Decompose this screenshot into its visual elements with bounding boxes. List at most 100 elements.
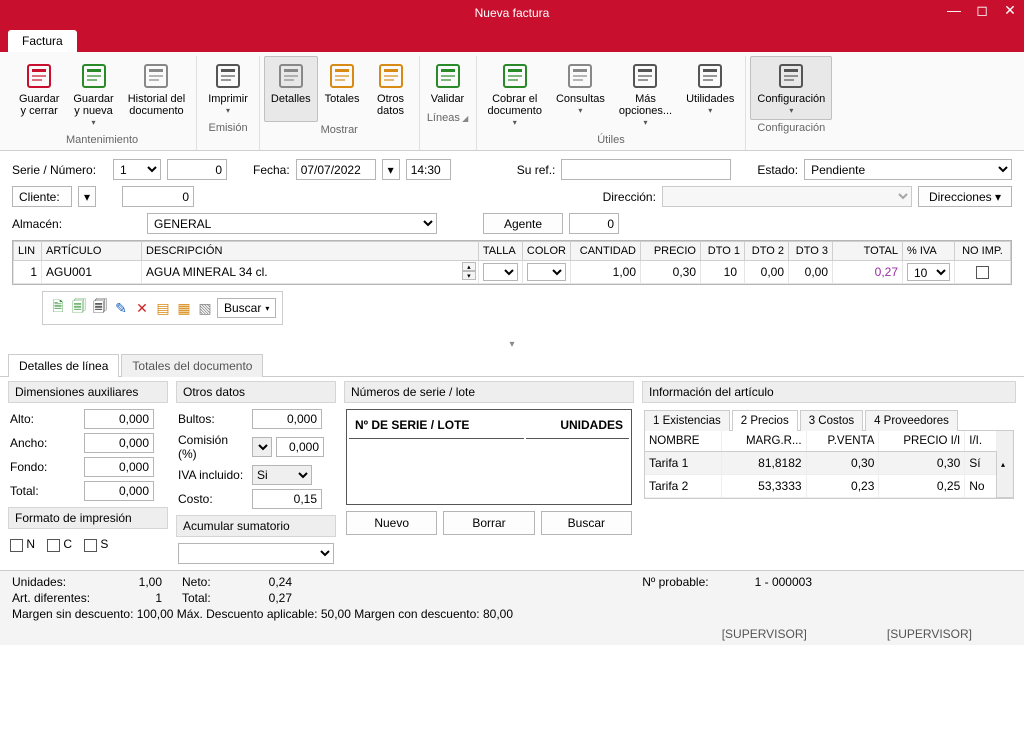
panel-serial: Números de serie / lote Nº DE SERIE / LO… xyxy=(344,381,634,566)
serial-new-button[interactable]: Nuevo xyxy=(346,511,437,535)
chevron-down-icon: ▾ xyxy=(92,118,96,127)
total-input[interactable] xyxy=(84,481,154,501)
serie-select[interactable]: 1 xyxy=(113,159,161,180)
ribbon-print[interactable]: Imprimir▾ xyxy=(201,56,255,120)
chevron-down-icon: ▾ xyxy=(789,106,793,115)
line-search-button[interactable]: Buscar▾ xyxy=(217,298,276,318)
costo-input[interactable] xyxy=(252,489,322,509)
insert-line-icon[interactable]: 🗐 xyxy=(70,299,88,317)
fecha-input[interactable] xyxy=(296,159,376,180)
agente-button[interactable]: Agente xyxy=(483,213,563,234)
splitter[interactable]: ▾ xyxy=(0,339,1024,353)
table-row[interactable]: 1AGU001AGUA MINERAL 34 cl.▴▾1,000,30100,… xyxy=(14,261,1011,284)
cliente-button[interactable]: Cliente: xyxy=(12,186,72,207)
ribbon-save-close[interactable]: Guardar y cerrar xyxy=(12,56,66,132)
direccion-select xyxy=(662,186,912,207)
suref-label: Su ref.: xyxy=(517,163,556,177)
col-d2: DTO 2 xyxy=(745,242,789,261)
config-icon xyxy=(776,61,806,91)
cliente-input[interactable] xyxy=(122,186,194,207)
iva-select[interactable]: Si xyxy=(252,465,312,485)
totals-icon xyxy=(327,61,357,91)
numero-input[interactable] xyxy=(167,159,227,180)
note-line-icon[interactable]: ▤ xyxy=(154,299,172,317)
maximize-button[interactable]: ◻ xyxy=(968,0,996,20)
validate-icon xyxy=(433,61,463,91)
panel-other-data: Otros datos Bultos: Comisión (%) IVA inc… xyxy=(176,381,336,566)
info-tab-costs[interactable]: 3 Costos xyxy=(800,410,863,431)
almacen-select[interactable]: GENERAL xyxy=(147,213,437,234)
ribbon-details[interactable]: Detalles xyxy=(264,56,318,122)
delete-line-icon[interactable]: ✕ xyxy=(133,299,151,317)
new-line-icon[interactable]: 🗎 xyxy=(49,299,67,317)
ancho-input[interactable] xyxy=(84,433,154,453)
ribbon: Guardar y cerrarGuardar y nueva▾Historia… xyxy=(0,52,1024,151)
agente-input[interactable] xyxy=(569,213,619,234)
info-tab-prices[interactable]: 2 Precios xyxy=(732,410,798,431)
direcciones-button[interactable]: Direcciones ▾ xyxy=(918,186,1012,207)
ribbon-validate[interactable]: Validar xyxy=(424,56,472,110)
chevron-down-icon: ▾ xyxy=(643,118,647,127)
comision-input[interactable] xyxy=(276,437,324,457)
lines-grid[interactable]: LIN ARTÍCULO DESCRIPCIÓN TALLA COLOR CAN… xyxy=(12,240,1012,285)
status-user-2: [SUPERVISOR] xyxy=(887,627,972,641)
ribbon-utils[interactable]: Utilidades▾ xyxy=(679,56,741,132)
footer: Unidades:1,00 Neto:0,24 Nº probable:1 - … xyxy=(0,570,1024,645)
window-title: Nueva factura xyxy=(475,6,550,20)
serial-search-button[interactable]: Buscar xyxy=(541,511,632,535)
acum-select[interactable] xyxy=(178,543,334,564)
ribbon-queries[interactable]: Consultas▾ xyxy=(549,56,612,132)
ribbon-other-data[interactable]: Otros datos xyxy=(367,56,415,122)
ribbon-totals[interactable]: Totales xyxy=(318,56,367,122)
col-color: COLOR xyxy=(522,242,570,261)
col-desc: DESCRIPCIÓN xyxy=(142,242,479,261)
cliente-dropdown[interactable]: ▾ xyxy=(78,186,96,207)
suref-input[interactable] xyxy=(561,159,731,180)
serial-delete-button[interactable]: Borrar xyxy=(443,511,534,535)
info-tab-stock[interactable]: 1 Existencias xyxy=(644,410,730,431)
info-row[interactable]: Tarifa 1 81,8182 0,30 0,30 Sí xyxy=(645,452,1013,475)
info-scrollbar[interactable]: ▴ xyxy=(997,431,1013,498)
tab-doc-totals[interactable]: Totales del documento xyxy=(121,354,263,377)
tab-line-details[interactable]: Detalles de línea xyxy=(8,354,119,377)
ribbon-more[interactable]: Más opciones...▾ xyxy=(612,56,679,132)
fondo-input[interactable] xyxy=(84,457,154,477)
ribbon-charge[interactable]: Cobrar el documento▾ xyxy=(481,56,549,132)
estado-label: Estado: xyxy=(757,163,798,177)
save-close-icon xyxy=(24,61,54,91)
details-icon xyxy=(276,61,306,91)
fmt-c[interactable]: C xyxy=(47,537,72,551)
close-button[interactable]: ✕ xyxy=(996,0,1024,20)
more-icon xyxy=(630,61,660,91)
minimize-button[interactable]: — xyxy=(940,0,968,20)
comision-select[interactable] xyxy=(252,437,272,457)
alto-input[interactable] xyxy=(84,409,154,429)
tabstrip: Factura xyxy=(0,26,1024,52)
charge-icon xyxy=(500,61,530,91)
estado-select[interactable]: Pendiente xyxy=(804,159,1012,180)
ribbon-doc-history[interactable]: Historial del documento xyxy=(121,56,192,132)
info-row[interactable]: Tarifa 2 53,3333 0,23 0,25 No xyxy=(645,475,1013,498)
status-user-1: [SUPERVISOR] xyxy=(722,627,807,641)
noimp-checkbox[interactable] xyxy=(976,266,989,279)
col-iva: % IVA xyxy=(903,242,955,261)
col-d3: DTO 3 xyxy=(789,242,833,261)
tab-factura[interactable]: Factura xyxy=(8,30,77,52)
fecha-picker-button[interactable]: ▾ xyxy=(382,159,400,180)
bultos-input[interactable] xyxy=(252,409,322,429)
ribbon-config[interactable]: Configuración▾ xyxy=(750,56,832,120)
fmt-n[interactable]: N xyxy=(10,537,35,551)
print-icon xyxy=(213,61,243,91)
col-art: ARTÍCULO xyxy=(42,242,142,261)
edit-line-icon[interactable]: ✎ xyxy=(112,299,130,317)
fmt-s[interactable]: S xyxy=(84,537,108,551)
chevron-down-icon: ▾ xyxy=(708,106,712,115)
hora-input[interactable] xyxy=(406,159,451,180)
ribbon-save-new[interactable]: Guardar y nueva▾ xyxy=(66,56,120,132)
col-talla: TALLA xyxy=(478,242,522,261)
info-tab-suppliers[interactable]: 4 Proveedores xyxy=(865,410,958,431)
copy-line-icon[interactable]: 🗐 xyxy=(91,299,109,317)
properties-icon[interactable]: ▦ xyxy=(175,299,193,317)
image-icon[interactable]: ▧ xyxy=(196,299,214,317)
titlebar: Nueva factura — ◻ ✕ xyxy=(0,0,1024,26)
